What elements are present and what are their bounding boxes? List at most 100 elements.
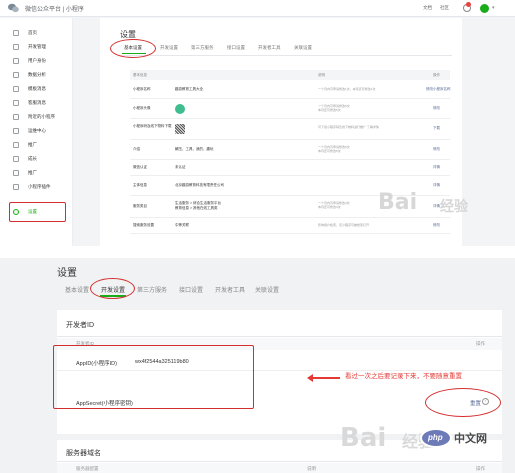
row-note: 可下载小程序码及线下物料进行推广 了解详情 — [318, 125, 379, 129]
tab-basic-settings[interactable]: 基本设置 — [65, 285, 89, 294]
sidebar-item-promote[interactable]: 推广 — [0, 139, 73, 152]
wechat-logo-icon — [8, 3, 19, 13]
column-header: 服务器配置 — [76, 466, 99, 471]
tab-dev-tools[interactable]: 开发者工具 — [258, 45, 281, 51]
sidebar-item-growth[interactable]: 成长 — [0, 153, 73, 166]
row-note: 一个月内可申请修改5次 本月还可修改5次 — [318, 104, 350, 113]
user-icon — [13, 58, 19, 64]
highlight-box-credentials — [53, 345, 254, 409]
row-value: 生活服务 > 综合生活服务平台 教育信息 > 其他在线工具类 — [175, 201, 221, 210]
top-bar: 微信公众平台 | 小程序 文档 社区 ▾ — [0, 0, 515, 17]
avatar[interactable] — [480, 4, 489, 13]
tab-dev-settings[interactable]: 开发设置 — [160, 45, 178, 51]
sidebar-item-label: 推广 — [28, 170, 37, 175]
modify-intro-link[interactable]: 修改 — [433, 147, 440, 152]
divider — [57, 461, 502, 462]
tab-linked-settings[interactable]: 关联设置 — [255, 285, 279, 294]
table-header: 服务器配置 说明 操作 — [57, 463, 502, 473]
arrow-head-icon — [307, 374, 313, 382]
qrcode-icon — [175, 124, 185, 134]
tab-third-party[interactable]: 第三方服务 — [191, 45, 214, 51]
row-label: 小程序码及线下物料下载 — [133, 124, 172, 128]
column-header: 操作 — [476, 341, 485, 346]
table-row: 小程序名称 趣游教育工具大全 一个月内可申请修改1次，本月还可修改1次 修改小程… — [130, 81, 451, 99]
category-detail-link[interactable]: 详情 — [433, 204, 440, 209]
mini-program-avatar — [175, 104, 185, 114]
home-icon — [13, 30, 19, 36]
community-link[interactable]: 社区 — [440, 5, 449, 11]
docs-link[interactable]: 文档 — [423, 5, 432, 11]
column-header: 操作 — [476, 466, 485, 471]
watermark: Bai — [340, 423, 387, 453]
sidebar-item-label: 首页 — [28, 30, 37, 35]
row-value: 解压，工具，我的，趣玩 — [175, 147, 214, 151]
tabs-divider — [118, 55, 452, 56]
location-icon — [13, 114, 19, 120]
row-value: 北京趣游教育科技有限责任公司 — [175, 183, 224, 187]
sidebar: 首页 开发管理 用户身份 数据分析 模板消息 客服消息 附近的小程序 运维中心 … — [0, 18, 73, 246]
sidebar-item-share[interactable]: 推广 — [0, 167, 73, 180]
code-icon — [13, 44, 19, 50]
tab-dev-tools[interactable]: 开发者工具 — [215, 285, 245, 294]
sidebar-item-plugin[interactable]: 小程序插件 — [0, 181, 73, 194]
wrench-icon — [13, 128, 19, 134]
chevron-down-icon[interactable]: ▾ — [492, 5, 495, 11]
sidebar-item-ops[interactable]: 运维中心 — [0, 125, 73, 138]
sidebar-item-dev[interactable]: 开发管理 — [0, 41, 73, 54]
tab-api-settings[interactable]: 接口设置 — [179, 285, 203, 294]
row-label: 小程序头像 — [133, 106, 151, 110]
sidebar-item-stats[interactable]: 数据分析 — [0, 69, 73, 82]
sidebar-item-label: 开发管理 — [28, 44, 46, 49]
row-note: 影响用户检索，该小程序可被搜索打开 — [318, 223, 370, 227]
row-label: 搜索服务设置 — [133, 223, 154, 227]
sidebar-item-service[interactable]: 客服消息 — [0, 97, 73, 110]
sidebar-item-users[interactable]: 用户身份 — [0, 55, 73, 68]
sidebar-item-label: 小程序插件 — [28, 184, 51, 189]
sidebar-item-label: 数据分析 — [28, 72, 46, 77]
section-title: 开发者ID — [66, 322, 94, 329]
highlight-circle-dev-tab — [90, 278, 135, 299]
row-note: 一个月内可申请修改5次 本月还可修改5次 — [318, 145, 350, 154]
sidebar-item-label: 附近的小程序 — [28, 114, 55, 119]
sidebar-item-nearby[interactable]: 附近的小程序 — [0, 111, 73, 124]
watermark: Bai — [378, 190, 418, 215]
tab-third-party[interactable]: 第三方服务 — [137, 285, 167, 294]
platform-title: 微信公众平台 | 小程序 — [25, 7, 84, 13]
share-icon — [13, 170, 19, 176]
highlight-circle-reset — [425, 388, 501, 417]
sidebar-item-label: 客服消息 — [28, 100, 46, 105]
download-link[interactable]: 下载 — [433, 126, 440, 131]
row-label: 介绍 — [133, 147, 140, 151]
row-value: 中等关联 — [175, 223, 189, 227]
highlight-box-settings — [9, 202, 66, 222]
bottom-screenshot: 设置 基本设置 开发设置 第三方服务 接口设置 开发者工具 关联设置 开发者ID… — [0, 258, 515, 473]
modify-avatar-link[interactable]: 修改 — [433, 106, 440, 111]
table-row: 小程序码及线下物料下载 可下载小程序码及线下物料进行推广 了解详情 下载 — [130, 119, 450, 140]
page-title: 设置 — [57, 268, 77, 279]
promote-icon — [13, 142, 19, 148]
row-label: 主体信息 — [133, 183, 147, 187]
modify-name-link[interactable]: 修改小程序名称 — [426, 87, 451, 92]
annotation-arrow — [312, 377, 340, 379]
column-header: 说明 — [307, 466, 316, 471]
row-label: 服务类目 — [133, 204, 147, 208]
service-icon — [13, 100, 19, 106]
site-watermark: 中文网 — [454, 433, 487, 445]
row-note: 一个月内可申请修改1次，本月还可修改1次 — [318, 87, 376, 91]
section-title: 服务器域名 — [66, 450, 101, 457]
search-settings-link[interactable]: 修改 — [433, 223, 440, 228]
tab-api-settings[interactable]: 接口设置 — [227, 45, 245, 51]
sidebar-item-home[interactable]: 首页 — [0, 27, 73, 40]
notification-badge — [466, 2, 471, 7]
highlight-circle-basic-tab — [110, 39, 156, 58]
sidebar-item-template[interactable]: 模板消息 — [0, 83, 73, 96]
verify-detail-link[interactable]: 详情 — [433, 165, 440, 170]
tab-linked-settings[interactable]: 关联设置 — [294, 45, 312, 51]
php-logo-text: php — [428, 433, 443, 442]
entity-detail-link[interactable]: 详情 — [433, 183, 440, 188]
sidebar-item-label: 模板消息 — [28, 86, 46, 91]
chart-icon — [13, 72, 19, 78]
row-label: 小程序名称 — [133, 87, 151, 91]
image-separator — [0, 246, 515, 258]
annotation-text: 看过一次之后要记录下来，不要随意重置 — [345, 373, 462, 380]
